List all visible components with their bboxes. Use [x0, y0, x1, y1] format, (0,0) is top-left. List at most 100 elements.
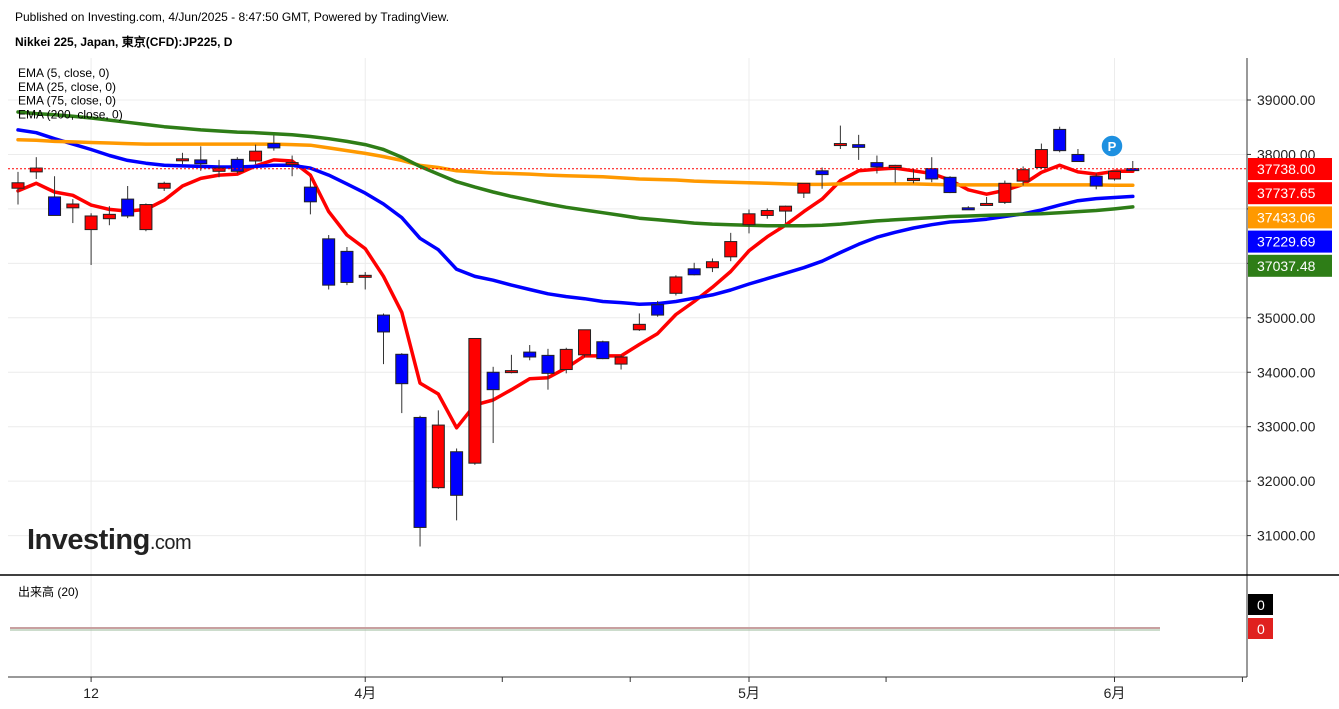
candle-body — [1016, 169, 1030, 182]
candle-body — [998, 182, 1012, 203]
candle-body — [669, 276, 683, 294]
candle-body — [1034, 149, 1048, 169]
candle — [980, 196, 994, 206]
y-tick-label: 33000.00 — [1257, 419, 1316, 435]
logo-text: Investing — [27, 524, 150, 556]
candle — [523, 345, 537, 361]
candle-body — [906, 177, 920, 182]
candle — [632, 313, 646, 331]
volume-pane: 出来高 (20) 0 0 — [10, 584, 1273, 639]
y-tick-label: 32000.00 — [1257, 473, 1316, 489]
candle — [230, 157, 244, 174]
candle — [121, 186, 135, 219]
candle-body — [961, 207, 975, 211]
candle-body — [779, 205, 793, 212]
candle — [614, 354, 628, 370]
candle-body — [194, 159, 208, 165]
candle-body — [614, 356, 628, 365]
candle-body — [578, 329, 592, 356]
candle — [358, 272, 372, 290]
candle — [1071, 149, 1085, 163]
candle — [468, 337, 482, 465]
candle-body — [48, 196, 62, 216]
candle — [1053, 126, 1067, 153]
candle-body — [175, 158, 189, 162]
candle — [852, 134, 866, 160]
candle-body — [84, 215, 98, 231]
candle-body — [413, 416, 427, 528]
candle — [249, 144, 263, 165]
candle-body — [267, 143, 281, 149]
candle — [1126, 160, 1140, 172]
candle-body — [1071, 153, 1085, 163]
candle — [1034, 143, 1048, 169]
price-tags: 37738.00 37737.65 37433.06 37229.69 37037.48 — [1248, 158, 1332, 277]
y-tick-label: 31000.00 — [1257, 528, 1316, 544]
candle-body — [322, 238, 336, 286]
candle-body — [559, 348, 573, 371]
candle — [961, 206, 975, 211]
candle — [541, 348, 555, 390]
candle — [29, 157, 43, 179]
volume-tag: 0 — [1248, 594, 1273, 615]
candle-body — [340, 250, 354, 283]
candle — [486, 366, 500, 444]
candle — [1089, 173, 1103, 190]
candlestick-chart[interactable]: 31000.00 32000.00 33000.00 34000.00 35000.00… — [0, 0, 1339, 709]
candle-body — [943, 176, 957, 194]
x-tick-label: 12 — [83, 685, 99, 701]
p-marker-icon[interactable]: P — [1100, 134, 1124, 158]
candle — [139, 203, 153, 232]
legend-entry: EMA (75, close, 0) — [18, 94, 116, 108]
candle — [413, 415, 427, 547]
legend-entry: EMA (5, close, 0) — [18, 66, 109, 80]
investing-logo: Investing.com — [27, 524, 192, 556]
candle — [705, 258, 719, 273]
candle — [724, 232, 738, 262]
candle — [450, 448, 464, 521]
candle — [11, 171, 25, 205]
candle-body — [870, 162, 884, 168]
candle-body — [925, 168, 939, 180]
candle — [797, 182, 811, 199]
candle-body — [395, 353, 409, 385]
price-tag: 37433.06 — [1248, 206, 1332, 229]
y-tick-label: 34000.00 — [1257, 364, 1316, 380]
candle — [377, 313, 390, 365]
price-tag: 37037.48 — [1248, 254, 1332, 277]
x-axis-labels: 12 4月 5月 6月 — [83, 685, 1125, 701]
candle-body — [724, 241, 738, 258]
candle-body — [230, 158, 244, 172]
volume-tag: 0 — [1248, 618, 1273, 639]
candle — [596, 340, 610, 360]
candle-body — [632, 323, 646, 331]
candle-body — [66, 203, 80, 209]
candle-body — [157, 182, 171, 189]
candle-body — [249, 150, 263, 162]
candle — [559, 347, 573, 374]
candle — [1108, 170, 1121, 181]
candle-body — [541, 354, 555, 374]
candle-body — [596, 341, 610, 360]
p-marker-label: P — [1108, 139, 1117, 154]
candle-body — [450, 451, 464, 496]
price-tag-label: 37037.48 — [1257, 258, 1316, 274]
candle-body — [377, 314, 390, 333]
candle — [925, 157, 939, 183]
candle-body — [358, 274, 372, 278]
candle — [943, 176, 957, 194]
x-tick-label: 6月 — [1104, 685, 1126, 701]
logo-suffix: .com — [150, 532, 191, 554]
x-tick-label: 5月 — [738, 685, 760, 701]
candle-body — [102, 213, 116, 220]
candle — [833, 125, 847, 150]
candle-body — [888, 164, 902, 169]
candle — [998, 180, 1012, 204]
candle — [888, 164, 902, 183]
candle-body — [852, 144, 866, 148]
candle-body — [486, 371, 500, 391]
candle — [669, 275, 683, 296]
candle-body — [285, 162, 299, 166]
price-tag: 37229.69 — [1248, 230, 1332, 253]
candle — [742, 209, 756, 234]
